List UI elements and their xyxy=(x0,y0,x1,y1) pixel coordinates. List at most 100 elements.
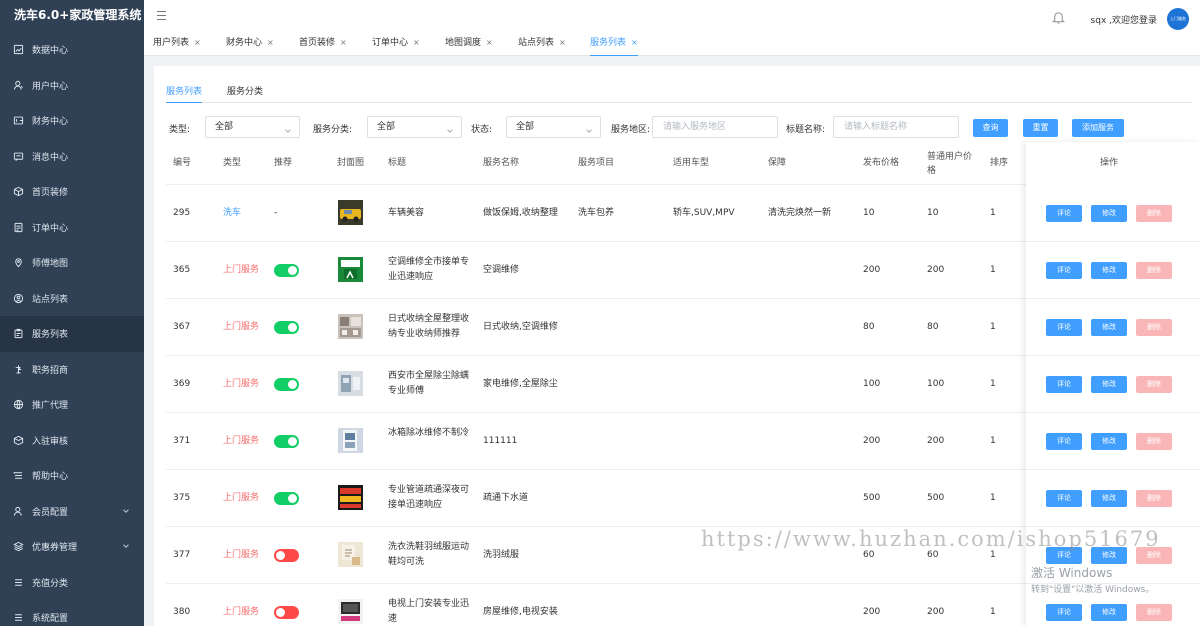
delete-button[interactable]: 删除 xyxy=(1136,261,1172,279)
cell-id: 380 xyxy=(173,606,191,617)
cell-type[interactable]: 上门服务 xyxy=(223,377,259,392)
recommend-switch[interactable] xyxy=(274,491,299,505)
tab-3[interactable]: 订单中心 × xyxy=(372,33,420,56)
sidebar-item-9[interactable]: 职务招商 xyxy=(0,352,144,388)
title-input[interactable] xyxy=(833,116,959,138)
tab-label: 财务中心 xyxy=(226,38,263,48)
sidebar-item-8[interactable]: 服务列表 xyxy=(0,316,144,352)
close-icon[interactable]: × xyxy=(413,38,420,47)
sidebar-item-0[interactable]: 数据中心 xyxy=(0,32,144,68)
sidebar-item-16[interactable]: 系统配置 xyxy=(0,600,144,626)
delete-button[interactable]: 删除 xyxy=(1136,204,1172,222)
recommend-switch[interactable] xyxy=(274,605,299,619)
region-label: 服务地区: xyxy=(611,125,651,135)
cell-type[interactable]: 上门服务 xyxy=(223,434,259,449)
status-select[interactable]: 全部 xyxy=(506,116,601,138)
cell-service-item: 洗车包养 xyxy=(578,207,615,218)
tab-5[interactable]: 站点列表 × xyxy=(518,33,566,56)
sidebar-item-7[interactable]: 站点列表 xyxy=(0,281,144,317)
review-button[interactable]: 评论 xyxy=(1046,261,1082,279)
sidebar-item-5[interactable]: 订单中心 xyxy=(0,210,144,246)
header-title: 标题 xyxy=(388,158,407,168)
subtab-service-list[interactable]: 服务列表 xyxy=(166,84,203,103)
sidebar-item-1[interactable]: 用户中心 xyxy=(0,68,144,104)
edit-button[interactable]: 修改 xyxy=(1091,375,1127,393)
delete-button[interactable]: 删除 xyxy=(1136,318,1172,336)
close-icon[interactable]: × xyxy=(631,38,638,47)
sidebar-item-4[interactable]: 首页装修 xyxy=(0,174,144,210)
top-header: sqx ,欢迎您登录 上门服务 xyxy=(144,0,1200,33)
cell-type[interactable]: 上门服务 xyxy=(223,491,259,506)
sidebar-item-label: 订单中心 xyxy=(32,223,69,234)
subtab-service-category[interactable]: 服务分类 xyxy=(227,84,263,103)
close-icon[interactable]: × xyxy=(194,38,201,47)
cover-image xyxy=(338,484,363,510)
delete-button[interactable]: 删除 xyxy=(1136,375,1172,393)
cell-title: 日式收纳全屋整理收纳专业收纳师推荐 xyxy=(388,313,470,339)
tab-0[interactable]: 用户列表 × xyxy=(153,33,201,56)
category-select[interactable]: 全部 xyxy=(367,116,462,138)
sidebar-item-3[interactable]: 消息中心 xyxy=(0,139,144,175)
sidebar-item-14[interactable]: 优惠券管理 xyxy=(0,529,144,565)
cell-type[interactable]: 上门服务 xyxy=(223,548,259,563)
close-icon[interactable]: × xyxy=(486,38,493,47)
review-button[interactable]: 评论 xyxy=(1046,375,1082,393)
close-icon[interactable]: × xyxy=(559,38,566,47)
reset-button[interactable]: 重置 xyxy=(1023,119,1058,137)
recommend-switch[interactable] xyxy=(274,548,299,562)
query-button[interactable]: 查询 xyxy=(973,119,1008,137)
sidebar-item-10[interactable]: 推广代理 xyxy=(0,387,144,423)
cell-type[interactable]: 上门服务 xyxy=(223,320,259,335)
edit-button[interactable]: 修改 xyxy=(1091,603,1127,621)
delete-button[interactable]: 删除 xyxy=(1136,432,1172,450)
cell-guarantee: 清洗完焕然一新 xyxy=(768,207,832,218)
review-button[interactable]: 评论 xyxy=(1046,489,1082,507)
delete-button[interactable]: 删除 xyxy=(1136,603,1172,621)
recommend-switch[interactable] xyxy=(274,434,299,448)
cell-type[interactable]: 上门服务 xyxy=(223,605,259,620)
add-service-button[interactable]: 添加服务 xyxy=(1072,119,1124,137)
edit-button[interactable]: 修改 xyxy=(1091,318,1127,336)
cell-service-name: 房屋维修,电视安装 xyxy=(483,606,558,617)
sidebar-item-6[interactable]: 师傅地图 xyxy=(0,245,144,281)
recommend-switch[interactable] xyxy=(274,263,299,277)
category-label: 服务分类: xyxy=(313,125,353,135)
bell-icon[interactable] xyxy=(1051,10,1066,28)
edit-button[interactable]: 修改 xyxy=(1091,204,1127,222)
header-sort: 排序 xyxy=(990,158,1009,168)
tab-4[interactable]: 地图调度 × xyxy=(445,33,493,56)
hamburger-icon[interactable] xyxy=(157,11,166,21)
type-select[interactable]: 全部 xyxy=(205,116,300,138)
sidebar-item-13[interactable]: 会员配置 xyxy=(0,494,144,530)
cell-type[interactable]: 上门服务 xyxy=(223,263,259,278)
action-column: 操作 评论 修改 删除 评论 修改 删除 评论 修改 删除 评论 修改 删除 评论 修改 删除 评论 修改 删除评… xyxy=(1026,142,1200,626)
close-icon[interactable]: × xyxy=(340,38,347,47)
delete-button[interactable]: 删除 xyxy=(1136,489,1172,507)
review-button[interactable]: 评论 xyxy=(1046,318,1082,336)
review-button[interactable]: 评论 xyxy=(1046,603,1082,621)
cell-service-name: 家电维修,全屋除尘 xyxy=(483,378,558,389)
cover-image xyxy=(338,427,363,453)
region-input[interactable] xyxy=(652,116,778,138)
review-button[interactable]: 评论 xyxy=(1046,204,1082,222)
cell-id: 375 xyxy=(173,492,191,503)
avatar[interactable]: 上门服务 xyxy=(1167,8,1189,30)
chevron-down-icon xyxy=(585,123,593,143)
review-button[interactable]: 评论 xyxy=(1046,432,1082,450)
cell-sort: 1 xyxy=(990,321,996,332)
close-icon[interactable]: × xyxy=(267,38,274,47)
tab-1[interactable]: 财务中心 × xyxy=(226,33,274,56)
recommend-switch[interactable] xyxy=(274,377,299,391)
tab-2[interactable]: 首页装修 × xyxy=(299,33,347,56)
tab-6[interactable]: 服务列表 × xyxy=(590,33,638,56)
edit-button[interactable]: 修改 xyxy=(1091,432,1127,450)
recommend-switch[interactable] xyxy=(274,320,299,334)
sidebar-item-2[interactable]: 财务中心 xyxy=(0,103,144,139)
cell-type[interactable]: 洗车 xyxy=(223,206,241,221)
category-select-value: 全部 xyxy=(377,122,396,132)
sidebar-item-11[interactable]: 入驻审核 xyxy=(0,423,144,459)
edit-button[interactable]: 修改 xyxy=(1091,261,1127,279)
sidebar-item-15[interactable]: 充值分类 xyxy=(0,565,144,601)
edit-button[interactable]: 修改 xyxy=(1091,489,1127,507)
sidebar-item-12[interactable]: 帮助中心 xyxy=(0,458,144,494)
